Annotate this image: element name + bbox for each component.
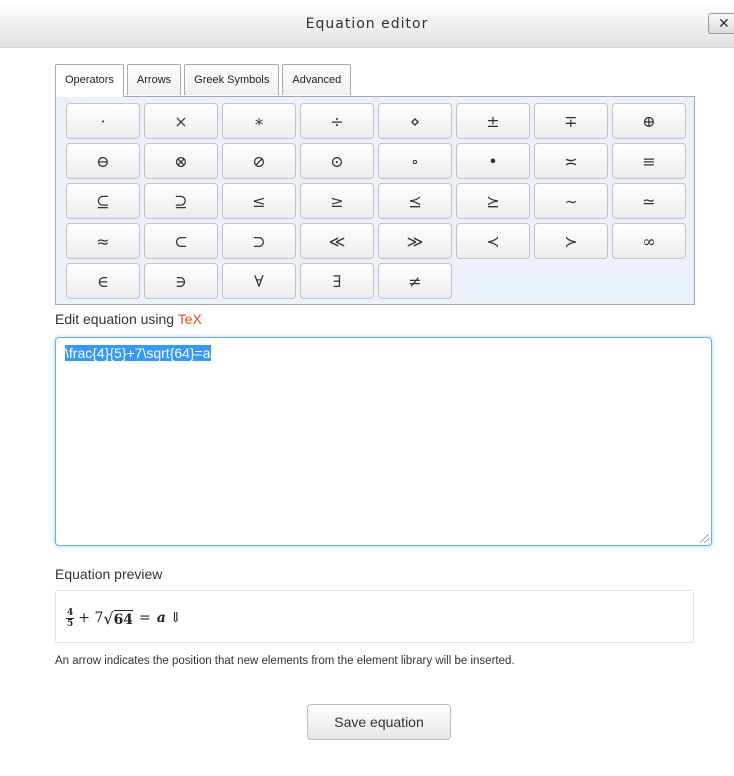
preview-fraction: 4 5 — [66, 607, 75, 629]
sqrt-radicand: 64 — [113, 609, 134, 628]
close-button[interactable]: ✕ — [708, 13, 734, 34]
symbol-button[interactable]: ≠ — [378, 263, 452, 299]
equation-preview: 4 5 + 7 √ 64 = a ⇓ — [55, 590, 694, 643]
symbol-button[interactable]: ⋄ — [378, 103, 452, 139]
preview-math: 4 5 + 7 √ 64 = a ⇓ — [66, 605, 182, 631]
symbol-button[interactable]: ∋ — [144, 263, 218, 299]
symbol-button[interactable]: ∗ — [222, 103, 296, 139]
insert-position-arrow-icon: ⇓ — [169, 610, 182, 626]
symbol-button[interactable]: ⊗ — [144, 143, 218, 179]
symbol-button[interactable]: ⊖ — [66, 143, 140, 179]
symbol-tabs: Operators Arrows Greek Symbols Advanced — [55, 64, 354, 97]
symbol-button[interactable]: · — [66, 103, 140, 139]
symbol-button[interactable]: ∓ — [534, 103, 608, 139]
fraction-denominator: 5 — [67, 618, 74, 629]
symbol-button[interactable]: ≍ — [534, 143, 608, 179]
tab-greek-symbols[interactable]: Greek Symbols — [184, 64, 280, 95]
preview-plus-term: + 7 — [78, 610, 104, 626]
tex-help-link[interactable]: TeX — [178, 311, 202, 327]
preview-variable: a — [156, 610, 166, 626]
tab-arrows[interactable]: Arrows — [126, 64, 182, 95]
equation-text: \frac{4}{5}+7\sqrt{64}=a — [65, 345, 211, 361]
symbol-button[interactable]: ≈ — [66, 223, 140, 259]
symbol-button[interactable]: ⊘ — [222, 143, 296, 179]
symbol-button[interactable]: ⪰ — [456, 183, 530, 219]
symbol-button[interactable]: ⊙ — [300, 143, 374, 179]
save-equation-button[interactable]: Save equation — [307, 704, 451, 740]
symbol-button[interactable]: ± — [456, 103, 530, 139]
radical-sign: √ — [103, 608, 114, 628]
symbol-button[interactable]: × — [144, 103, 218, 139]
help-text: An arrow indicates the position that new… — [55, 655, 515, 667]
symbol-button[interactable]: ⊕ — [612, 103, 686, 139]
symbol-button[interactable]: ≥ — [300, 183, 374, 219]
symbol-button[interactable]: ≤ — [222, 183, 296, 219]
preview-sqrt: √ 64 — [103, 608, 134, 628]
symbol-button[interactable]: ∼ — [534, 183, 608, 219]
edit-label-text: Edit equation using — [55, 311, 178, 327]
dialog-titlebar: Equation editor ✕ — [0, 0, 734, 48]
tab-operators[interactable]: Operators — [55, 64, 124, 97]
tab-advanced[interactable]: Advanced — [282, 64, 352, 95]
symbol-button[interactable]: • — [456, 143, 530, 179]
symbol-button[interactable]: ≡ — [612, 143, 686, 179]
edit-equation-label: Edit equation using TeX — [55, 311, 202, 327]
preview-equals: = — [139, 610, 151, 626]
fraction-numerator: 4 — [66, 607, 75, 619]
symbol-button[interactable]: ≪ — [300, 223, 374, 259]
operators-panel: · × ∗ ÷ ⋄ ± ∓ ⊕ ⊖ ⊗ ⊘ ⊙ ∘ • ≍ ≡ ⊆ ⊇ ≤ ≥ ⪯ ⪰ ∼ ≃ ≈ ⊂ ⊃ ≪ ≫ ≺ ≻ ∞ ∈ ∋ ∀ ∃ ≠ — [55, 96, 695, 305]
symbol-grid: · × ∗ ÷ ⋄ ± ∓ ⊕ ⊖ ⊗ ⊘ ⊙ ∘ • ≍ ≡ ⊆ ⊇ ≤ ≥ ⪯ ⪰ ∼ ≃ ≈ ⊂ ⊃ ≪ ≫ ≺ ≻ ∞ ∈ ∋ ∀ ∃ ≠ — [66, 103, 686, 299]
symbol-button[interactable]: ∞ — [612, 223, 686, 259]
symbol-button[interactable]: ≻ — [534, 223, 608, 259]
symbol-button[interactable]: ⊇ — [144, 183, 218, 219]
equation-preview-label: Equation preview — [55, 566, 163, 582]
symbol-button[interactable]: ÷ — [300, 103, 374, 139]
symbol-button[interactable]: ∀ — [222, 263, 296, 299]
symbol-button[interactable]: ≃ — [612, 183, 686, 219]
symbol-button[interactable]: ⪯ — [378, 183, 452, 219]
symbol-button[interactable]: ⊆ — [66, 183, 140, 219]
symbol-button[interactable]: ⊂ — [144, 223, 218, 259]
symbol-button[interactable]: ∘ — [378, 143, 452, 179]
symbol-button[interactable]: ∃ — [300, 263, 374, 299]
equation-textarea[interactable]: \frac{4}{5}+7\sqrt{64}=a — [55, 337, 712, 546]
close-icon: ✕ — [718, 15, 730, 31]
resize-handle-icon[interactable] — [700, 534, 709, 543]
symbol-button[interactable]: ≺ — [456, 223, 530, 259]
symbol-button[interactable]: ∈ — [66, 263, 140, 299]
dialog-title: Equation editor — [305, 16, 429, 32]
symbol-button[interactable]: ⊃ — [222, 223, 296, 259]
symbol-button[interactable]: ≫ — [378, 223, 452, 259]
